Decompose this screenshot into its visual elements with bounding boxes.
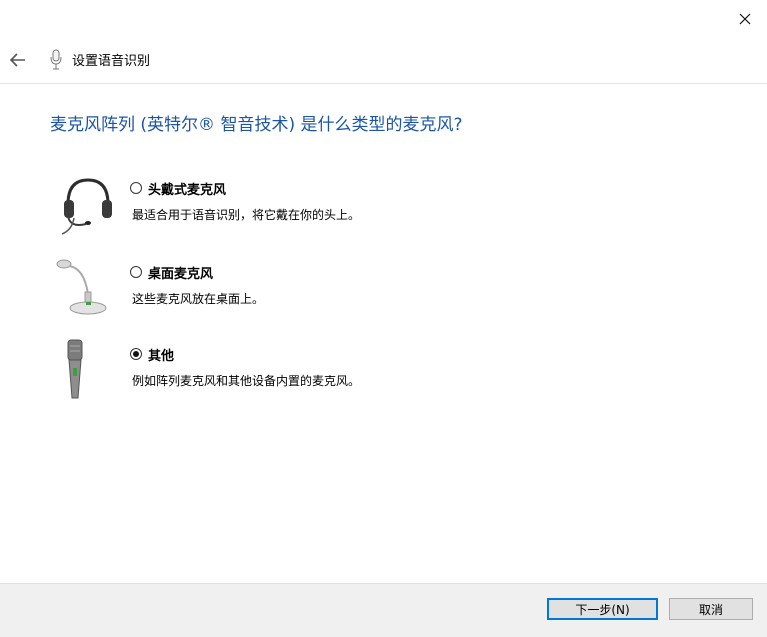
microphone-icon [50,49,62,70]
back-button[interactable] [6,48,30,72]
radio-desktop-microphone[interactable] [130,266,142,278]
footer-bar: 下一步(N) 取消 [0,583,767,637]
close-icon [739,13,750,25]
next-button[interactable]: 下一步(N) [547,598,658,620]
option-description: 最适合用于语音识别，将它戴在你的头上。 [132,208,361,222]
option-description: 例如阵列麦克风和其他设备内置的麦克风。 [132,374,361,388]
nav-bar: 设置语音识别 [0,38,767,84]
back-arrow-icon [10,53,25,67]
option-headset[interactable]: 头戴式麦克风 最适合用于语音识别，将它戴在你的头上。 [0,172,767,252]
cancel-button[interactable]: 取消 [669,598,753,620]
handheld-microphone-icon [67,339,83,399]
title-bar [0,0,767,38]
option-desktop-microphone[interactable]: 桌面麦克风 这些麦克风放在桌面上。 [0,254,767,334]
headset-icon [61,178,112,235]
option-label: 桌面麦克风 [148,267,214,282]
radio-other[interactable] [130,348,142,360]
option-description: 这些麦克风放在桌面上。 [132,292,265,306]
close-button[interactable] [722,0,767,38]
option-other[interactable]: 其他 例如阵列麦克风和其他设备内置的麦克风。 [0,338,767,418]
question-heading: 麦克风阵列 (英特尔® 智音技术) 是什么类型的麦克风? [50,115,463,135]
option-label: 头戴式麦克风 [148,183,227,198]
page-title: 设置语音识别 [72,54,151,69]
desktop-microphone-icon [56,259,107,315]
option-label: 其他 [148,349,175,364]
radio-headset[interactable] [130,182,142,194]
